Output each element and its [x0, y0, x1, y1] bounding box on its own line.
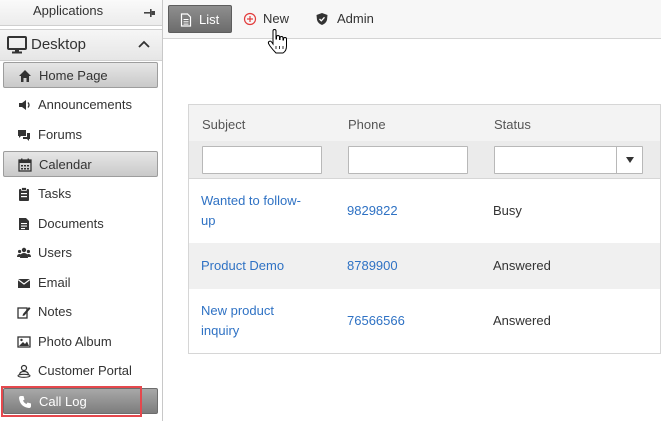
status-filter-select[interactable] — [494, 146, 643, 174]
sidebar-item-users[interactable]: Users — [3, 240, 158, 266]
column-header-subject[interactable]: Subject — [202, 117, 245, 132]
sidebar-item-customer-portal[interactable]: Customer Portal — [3, 358, 158, 384]
table-row[interactable]: Product Demo 8789900 Answered — [189, 243, 660, 289]
desktop-section-header[interactable]: Desktop — [0, 29, 162, 61]
subject-link[interactable]: New product inquiry — [201, 301, 274, 341]
subject-filter-input[interactable] — [202, 146, 322, 174]
sidebar-item-announcements[interactable]: Announcements — [3, 92, 158, 118]
status-filter-dropdown-button[interactable] — [616, 147, 642, 173]
sidebar-item-photo-album[interactable]: Photo Album — [3, 329, 158, 355]
phone-link[interactable]: 76566566 — [347, 311, 405, 331]
phone-link[interactable]: 9829822 — [347, 201, 398, 221]
applications-header[interactable]: Applications — [0, 0, 162, 26]
sidebar-item-label: Tasks — [38, 186, 72, 201]
phone-filter-input[interactable] — [348, 146, 468, 174]
sidebar-item-email[interactable]: Email — [3, 270, 158, 296]
desktop-section-title: Desktop — [31, 36, 87, 53]
chevron-up-icon[interactable] — [138, 39, 150, 49]
add-circle-icon — [243, 12, 257, 26]
subject-link[interactable]: Wanted to follow- up — [201, 191, 301, 231]
grid-filter-row — [189, 141, 660, 179]
subject-link[interactable]: Product Demo — [201, 256, 284, 276]
sidebar-item-documents[interactable]: Documents — [3, 211, 158, 237]
sidebar-item-label: Home Page — [39, 68, 108, 83]
calendar-icon — [18, 158, 32, 172]
document-icon — [180, 13, 192, 27]
sidebar-item-label: Users — [38, 245, 72, 260]
sidebar-item-label: Forums — [38, 127, 83, 142]
admin-button-label: Admin — [337, 11, 374, 26]
sidebar-item-label: Email — [38, 275, 71, 290]
home-icon — [19, 70, 31, 82]
shield-check-icon — [316, 13, 328, 25]
sidebar-item-label: Announcements — [38, 97, 132, 112]
sidebar-item-forums[interactable]: Forums — [3, 122, 158, 148]
chat-icon — [18, 130, 30, 141]
sidebar-item-label: Calendar — [39, 157, 92, 172]
phone-link[interactable]: 8789900 — [347, 256, 398, 276]
edit-icon — [17, 307, 31, 319]
portal-icon — [17, 364, 31, 378]
subject-line: New product — [201, 303, 274, 318]
hand-cursor-icon — [267, 29, 287, 54]
sidebar-item-notes[interactable]: Notes — [3, 299, 158, 325]
status-value: Answered — [493, 313, 551, 328]
sidebar-item-label: Photo Album — [38, 334, 112, 349]
image-icon — [17, 336, 31, 348]
list-button[interactable]: List — [168, 5, 232, 33]
caret-down-icon — [626, 157, 634, 163]
sidebar-item-calendar[interactable]: Calendar — [3, 151, 158, 177]
sidebar-item-label: Customer Portal — [38, 363, 132, 378]
subject-line: Wanted to follow- — [201, 193, 301, 208]
toolbar: List New Admin — [163, 0, 661, 39]
sidebar-item-label: Documents — [38, 216, 104, 231]
column-header-status[interactable]: Status — [494, 117, 531, 132]
speaker-icon — [19, 100, 30, 110]
subject-line: up — [201, 213, 216, 228]
sidebar-item-tasks[interactable]: Tasks — [3, 181, 158, 207]
sidebar-item-home-page[interactable]: Home Page — [3, 62, 158, 88]
table-row[interactable]: Wanted to follow- up 9829822 Busy — [189, 179, 660, 243]
subject-line: inquiry — [201, 323, 240, 338]
new-button-label: New — [263, 11, 290, 26]
document-icon — [19, 218, 29, 230]
clipboard-icon — [19, 187, 29, 201]
envelope-icon — [17, 279, 31, 288]
admin-button[interactable]: Admin — [313, 5, 383, 33]
sidebar-item-label: Call Log — [39, 394, 87, 409]
users-icon — [17, 247, 31, 258]
table-row[interactable]: New product inquiry 76566566 Answered — [189, 289, 660, 353]
column-header-phone[interactable]: Phone — [348, 117, 386, 132]
monitor-icon — [7, 36, 27, 54]
call-log-grid: Subject Phone Status Wanted to follow- u… — [188, 104, 661, 354]
status-value: Answered — [493, 258, 551, 273]
list-button-label: List — [199, 12, 220, 27]
grid-header-row: Subject Phone Status — [189, 105, 660, 141]
applications-title: Applications — [33, 3, 104, 18]
status-value: Busy — [493, 203, 522, 218]
phone-icon — [19, 396, 31, 408]
sidebar-item-label: Notes — [38, 304, 72, 319]
pin-icon[interactable] — [142, 6, 156, 20]
sidebar: Applications Desktop Home Page Announcem… — [0, 0, 163, 421]
sidebar-item-call-log[interactable]: Call Log — [3, 388, 158, 414]
